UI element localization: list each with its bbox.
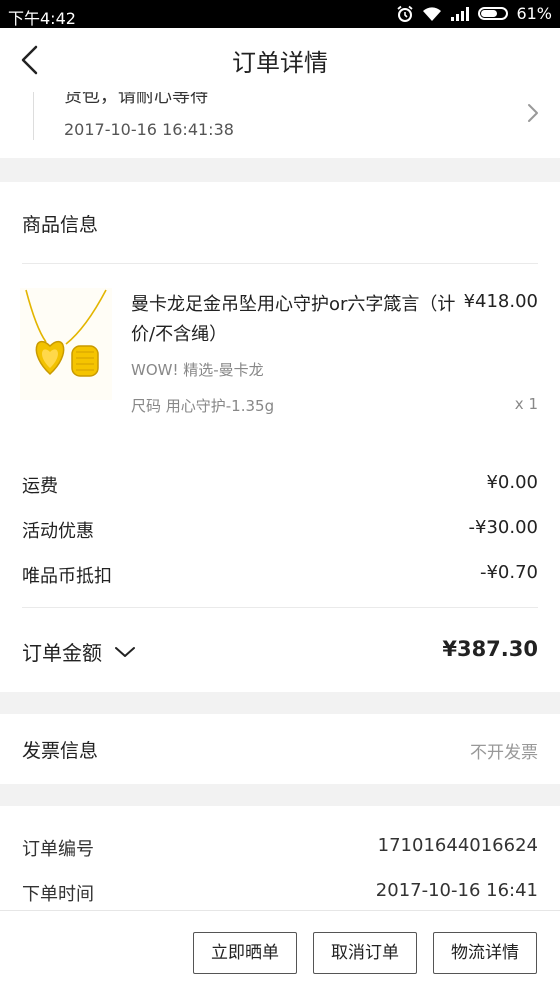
product-image[interactable] <box>20 288 112 400</box>
fee-value: ¥0.00 <box>486 472 538 493</box>
share-order-button[interactable]: 立即晒单 <box>193 932 297 974</box>
tracking-timestamp: 2017-10-16 16:41:38 <box>64 120 234 139</box>
goods-card: 商品信息 曼卡龙足金吊坠用心守护or六字箴言（计价/不含绳） ¥418.00 W… <box>0 182 560 692</box>
order-time-label: 下单时间 <box>22 884 94 905</box>
nav-bar: 订单详情 <box>0 28 560 93</box>
fee-row-promotion: 活动优惠 -¥30.00 <box>22 517 538 547</box>
product-price: ¥418.00 <box>463 291 538 312</box>
fee-label: 运费 <box>22 476 58 497</box>
fee-value: -¥30.00 <box>468 517 538 538</box>
order-total-toggle[interactable]: 订单金额 <box>22 637 136 666</box>
product-quantity: x 1 <box>514 395 538 413</box>
signal-icon <box>451 6 470 21</box>
divider <box>22 263 538 264</box>
timeline-line <box>33 92 34 140</box>
fee-label: 活动优惠 <box>22 521 94 542</box>
invoice-label: 发票信息 <box>22 740 99 762</box>
order-total-label: 订单金额 <box>22 641 102 665</box>
action-bar: 立即晒单 取消订单 物流详情 <box>0 910 560 997</box>
tracking-card[interactable]: 货包，请耐心等待 2017-10-16 16:41:38 <box>0 92 560 158</box>
order-time-value: 2017-10-16 16:41 <box>375 880 538 901</box>
chevron-down-icon <box>115 646 135 657</box>
goods-heading: 商品信息 <box>22 214 99 236</box>
fee-row-shipping: 运费 ¥0.00 <box>22 472 538 502</box>
fee-row-coin-deduction: 唯品币抵扣 -¥0.70 <box>22 562 538 592</box>
status-icons: 61% <box>396 4 552 23</box>
order-number-value: 17101644016624 <box>377 835 538 856</box>
battery-icon <box>478 7 509 20</box>
page-title: 订单详情 <box>232 49 328 77</box>
fee-label: 唯品币抵扣 <box>22 566 112 587</box>
order-total-value: ¥387.30 <box>442 637 538 661</box>
order-info-card: 订单编号 17101644016624 下单时间 2017-10-16 16:4… <box>0 806 560 916</box>
cancel-order-button[interactable]: 取消订单 <box>313 932 417 974</box>
tracking-message: 货包，请耐心等待 <box>64 92 208 107</box>
status-bar: 下午4:42 61% <box>0 0 560 28</box>
product-name[interactable]: 曼卡龙足金吊坠用心守护or六字箴言（计价/不含绳） <box>131 290 456 350</box>
logistics-details-button[interactable]: 物流详情 <box>433 932 537 974</box>
alarm-icon <box>397 5 414 22</box>
battery-level: 61% <box>516 4 552 23</box>
product-size: 尺码 用心守护-1.35g <box>131 397 275 415</box>
order-number-label: 订单编号 <box>22 839 94 860</box>
wifi-icon <box>423 6 442 21</box>
fee-value: -¥0.70 <box>479 562 538 583</box>
invoice-card: 发票信息 不开发票 <box>0 714 560 784</box>
invoice-value: 不开发票 <box>470 743 538 763</box>
status-time: 下午4:42 <box>8 9 76 28</box>
chevron-right-icon <box>528 104 538 122</box>
divider <box>22 607 538 608</box>
product-shop: WOW! 精选-曼卡龙 <box>131 361 264 379</box>
